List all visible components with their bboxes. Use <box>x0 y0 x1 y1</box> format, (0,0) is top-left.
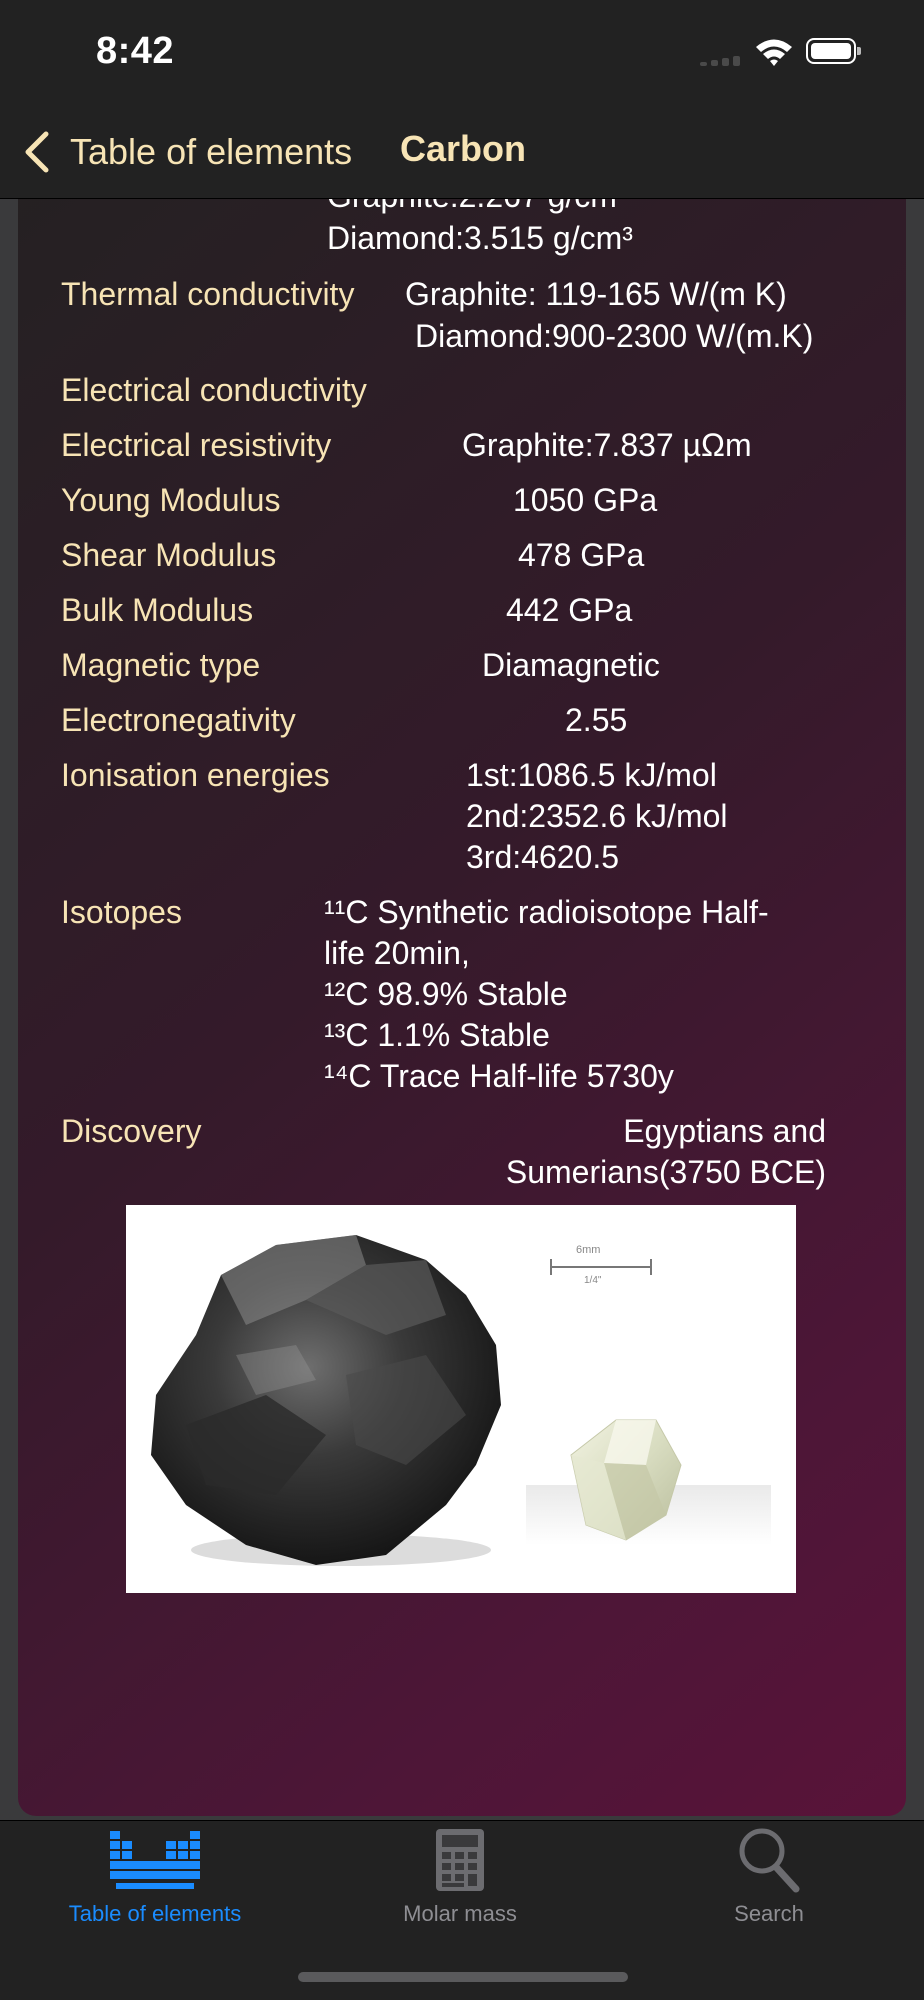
isotope-c11-halflife: life 20min, <box>324 935 470 971</box>
isotopes-label: Isotopes <box>61 894 182 930</box>
navigation-bar: Table of elements Carbon <box>0 104 924 199</box>
tab-label-molar-mass: Molar mass <box>403 1901 517 1926</box>
magnetic-type-label: Magnetic type <box>61 647 261 683</box>
tab-table-of-elements[interactable]: Table of elements <box>40 1821 270 1931</box>
isotope-c13: ¹³C 1.1% Stable <box>324 1017 550 1053</box>
battery-icon <box>806 38 861 64</box>
screen: Graphite:2.267 g/cm³ Diamond:3.515 g/cm³… <box>0 0 924 2000</box>
page-title: Carbon <box>400 128 526 169</box>
young-modulus-value: 1050 GPa <box>513 482 658 518</box>
isotope-c14: ¹⁴C Trace Half-life 5730y <box>324 1058 674 1094</box>
ionisation-second: 2nd:2352.6 kJ/mol <box>466 798 728 834</box>
thermal-graphite-value: Graphite: 119-165 W/(m K) <box>405 276 787 312</box>
home-indicator[interactable] <box>298 1972 628 1982</box>
tab-label-search: Search <box>734 1901 804 1926</box>
chevron-left-icon <box>25 131 49 173</box>
bulk-modulus-value: 442 GPa <box>506 592 633 628</box>
isotope-c12: ¹²C 98.9% Stable <box>324 976 568 1012</box>
scale-mm-label: 6mm <box>576 1244 600 1256</box>
periodic-table-icon <box>110 1831 200 1889</box>
thermal-conductivity-label: Thermal conductivity <box>61 276 355 312</box>
magnifier-icon <box>739 1828 800 1893</box>
element-detail-scroll[interactable]: Graphite:2.267 g/cm³ Diamond:3.515 g/cm³… <box>18 150 906 1816</box>
tab-search[interactable]: Search <box>654 1821 884 1931</box>
status-time: 8:42 <box>96 30 175 72</box>
tab-label-table-of-elements: Table of elements <box>68 1901 242 1926</box>
wifi-icon <box>756 39 792 66</box>
thermal-diamond-value: Diamond:900-2300 W/(m.K) <box>415 318 814 354</box>
electrical-resistivity-label: Electrical resistivity <box>61 427 332 463</box>
electronegativity-value: 2.55 <box>565 702 628 738</box>
shear-modulus-label: Shear Modulus <box>61 537 277 573</box>
ionisation-energies-label: Ionisation energies <box>61 757 330 793</box>
back-button[interactable]: Table of elements <box>22 122 352 182</box>
discovery-line-2: Sumerians(3750 BCE) <box>505 1154 826 1190</box>
electrical-conductivity-label: Electrical conductivity <box>61 372 367 408</box>
ionisation-first: 1st:1086.5 kJ/mol <box>466 757 717 793</box>
density-diamond-value: Diamond:3.515 g/cm³ <box>327 220 633 256</box>
graphite-diamond-illustration: 6mm 1/4" <box>151 1235 771 1566</box>
bulk-modulus-label: Bulk Modulus <box>61 592 254 628</box>
shear-modulus-value: 478 GPa <box>518 537 645 573</box>
electronegativity-label: Electronegativity <box>61 702 296 738</box>
scale-inch-label: 1/4" <box>584 1275 602 1286</box>
isotope-c11: ¹¹C Synthetic radioisotope Half- <box>324 894 769 930</box>
discovery-label: Discovery <box>61 1113 202 1149</box>
electrical-resistivity-value: Graphite:7.837 µΩm <box>462 427 752 463</box>
discovery-line-1: Egyptians and <box>623 1113 826 1149</box>
back-button-label: Table of elements <box>70 131 353 172</box>
ionisation-third: 3rd:4620.5 <box>466 839 620 875</box>
carbon-photo: 6mm 1/4" <box>126 1205 796 1593</box>
status-bar: 8:42 <box>0 0 924 104</box>
young-modulus-label: Young Modulus <box>61 482 281 518</box>
tab-molar-mass[interactable]: Molar mass <box>345 1821 575 1931</box>
magnetic-type-value: Diamagnetic <box>482 647 660 683</box>
cellular-signal-icon <box>700 56 744 66</box>
calculator-icon <box>436 1829 484 1891</box>
